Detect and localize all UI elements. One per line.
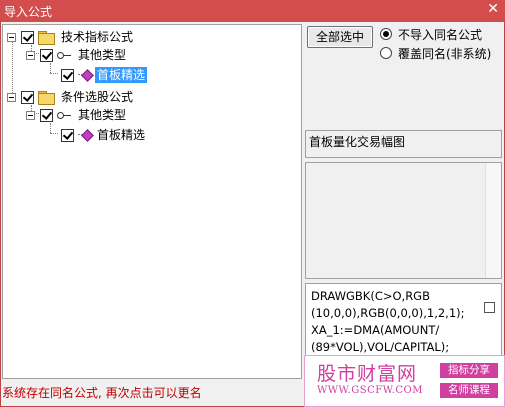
tree-node-label: 其他类型 bbox=[78, 48, 127, 62]
code-checkbox[interactable] bbox=[484, 302, 495, 313]
key-icon bbox=[57, 50, 71, 60]
collapse-toggle-icon[interactable] bbox=[26, 50, 35, 60]
tree-node-screening-formulas[interactable]: 条件选股公式 bbox=[7, 88, 135, 106]
formula-tree[interactable]: 技术指标公式 其他类型 首板精选 条件选股公式 其他类型 首板精选 bbox=[2, 24, 302, 379]
tree-node-other-types[interactable]: 其他类型 bbox=[26, 46, 128, 64]
folder-icon bbox=[38, 91, 55, 105]
tree-checkbox[interactable] bbox=[21, 30, 34, 44]
formula-diamond-icon bbox=[78, 129, 92, 141]
tree-node-label: 技术指标公式 bbox=[61, 30, 134, 44]
close-icon[interactable]: ✕ bbox=[487, 1, 499, 17]
status-message: 系统存在同名公式, 再次点击可以更名 bbox=[2, 386, 202, 400]
collapse-toggle-icon[interactable] bbox=[7, 92, 16, 102]
preview-scrollbar[interactable] bbox=[485, 163, 501, 278]
select-all-button[interactable]: 全部选中 bbox=[307, 26, 373, 48]
collapse-toggle-icon[interactable] bbox=[7, 32, 16, 42]
tree-node-first-board-pick[interactable]: 首板精选 bbox=[61, 126, 147, 144]
tree-checkbox[interactable] bbox=[40, 108, 53, 122]
radio-label: 覆盖同名(非系统) bbox=[398, 46, 492, 61]
tree-checkbox[interactable] bbox=[61, 68, 74, 82]
radio-button-selected[interactable] bbox=[380, 28, 392, 40]
watermark-tag-indicators: 指标分享 bbox=[440, 363, 498, 378]
watermark-tag-courses: 名师课程 bbox=[440, 383, 498, 398]
radio-no-import[interactable]: 不导入同名公式 bbox=[380, 26, 482, 42]
title-bar: 导入公式 ✕ bbox=[0, 0, 505, 22]
tree-node-other-types[interactable]: 其他类型 bbox=[26, 106, 128, 124]
key-icon bbox=[57, 110, 71, 120]
formula-diamond-icon bbox=[78, 69, 92, 81]
collapse-toggle-icon[interactable] bbox=[26, 110, 35, 120]
tree-node-label: 条件选股公式 bbox=[61, 90, 134, 104]
tree-checkbox[interactable] bbox=[21, 90, 34, 104]
tree-checkbox[interactable] bbox=[40, 48, 53, 62]
formula-preview bbox=[305, 162, 502, 279]
folder-icon bbox=[38, 31, 55, 45]
radio-overwrite[interactable]: 覆盖同名(非系统) bbox=[380, 45, 491, 61]
tree-node-first-board-pick[interactable]: 首板精选 bbox=[61, 66, 148, 84]
watermark-brand: 股市财富网 bbox=[317, 363, 418, 385]
tree-node-label: 首板精选 bbox=[97, 128, 146, 142]
tree-checkbox[interactable] bbox=[61, 128, 74, 142]
site-watermark: 股市财富网 WWW.GSCFW.COM 指标分享 名师课程 bbox=[304, 355, 505, 407]
formula-description: 首板量化交易幅图 bbox=[305, 130, 502, 158]
window-title: 导入公式 bbox=[4, 5, 53, 19]
radio-button[interactable] bbox=[380, 47, 392, 59]
tree-node-label: 其他类型 bbox=[78, 108, 127, 122]
tree-node-tech-formulas[interactable]: 技术指标公式 bbox=[7, 28, 135, 46]
tree-node-label: 首板精选 bbox=[95, 67, 148, 83]
radio-label: 不导入同名公式 bbox=[398, 27, 483, 42]
watermark-url: WWW.GSCFW.COM bbox=[317, 385, 423, 396]
formula-code: DRAWGBK(C>O,RGB (10,0,0),RGB(0,0,0),1,2,… bbox=[311, 289, 465, 354]
